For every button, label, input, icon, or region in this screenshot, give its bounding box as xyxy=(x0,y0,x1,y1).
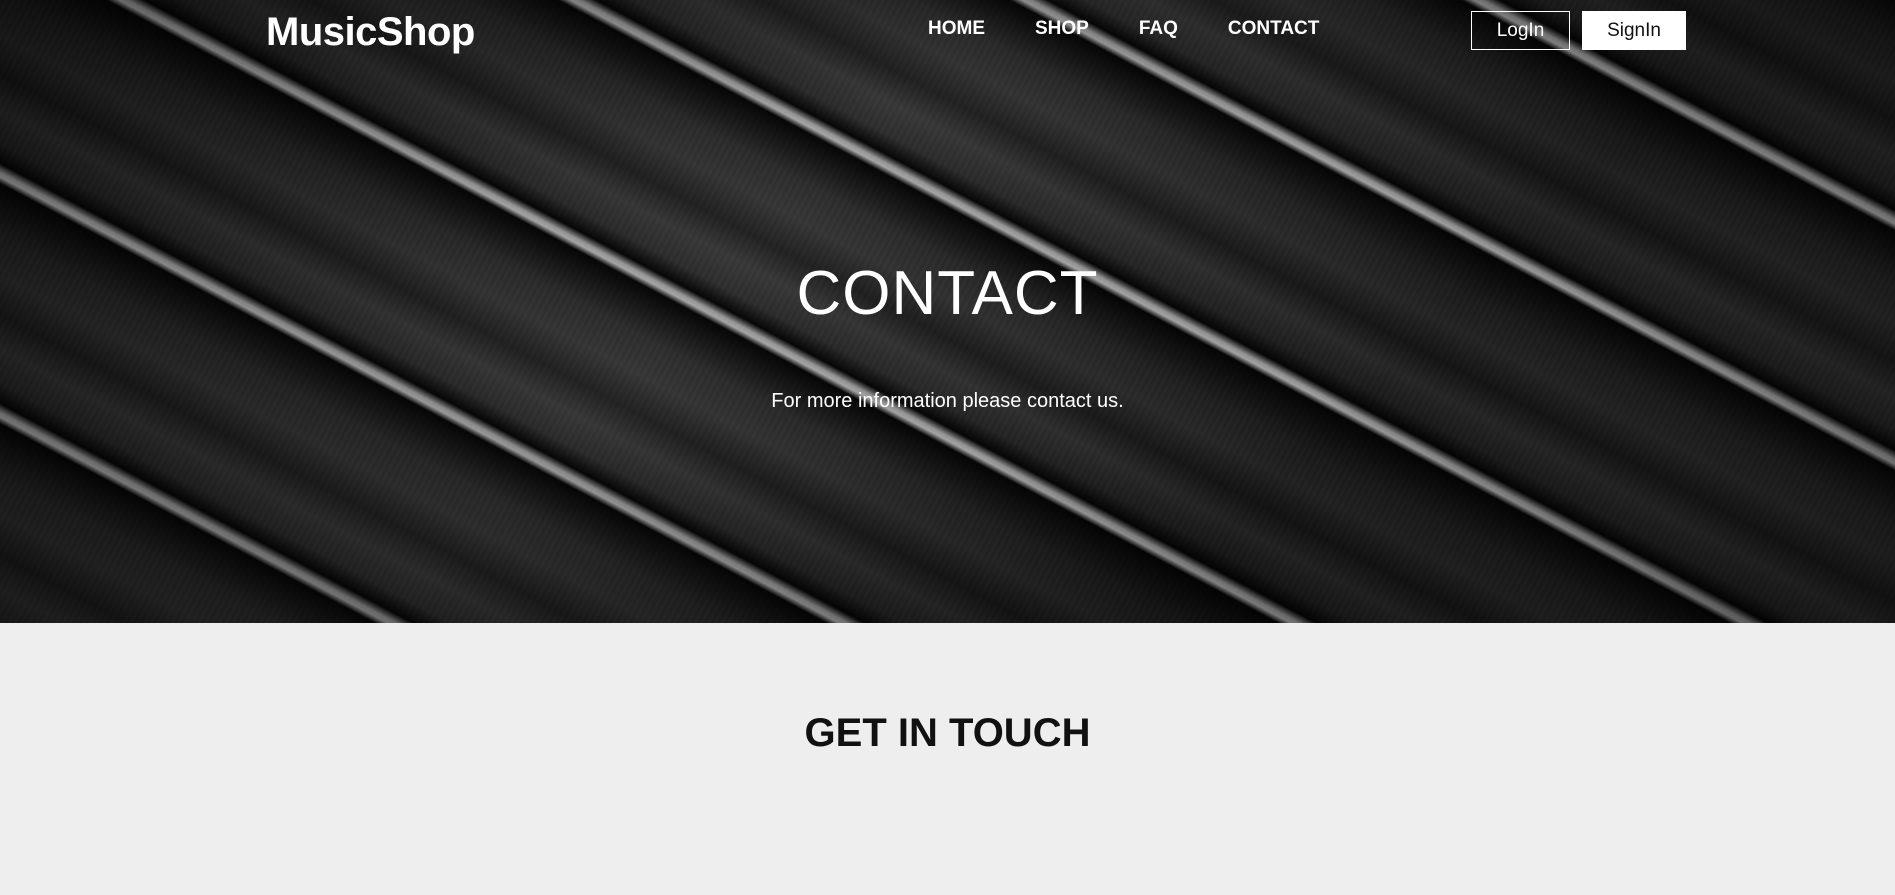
auth-buttons: LogIn SignIn xyxy=(1471,11,1686,50)
nav-link-faq[interactable]: FAQ xyxy=(1139,18,1178,40)
nav-link-contact[interactable]: CONTACT xyxy=(1228,18,1319,40)
login-button[interactable]: LogIn xyxy=(1471,11,1570,50)
page-title: CONTACT xyxy=(796,259,1099,328)
brand-logo[interactable]: MusicShop xyxy=(266,10,475,55)
main-nav: HOME SHOP FAQ CONTACT xyxy=(928,18,1319,40)
hero-subtitle: For more information please contact us. xyxy=(771,390,1124,412)
signin-button[interactable]: SignIn xyxy=(1582,11,1686,50)
nav-link-shop[interactable]: SHOP xyxy=(1035,18,1089,40)
get-in-touch-heading: GET IN TOUCH xyxy=(804,711,1091,755)
hero-banner: MusicShop HOME SHOP FAQ CONTACT LogIn Si… xyxy=(0,0,1895,623)
nav-link-home[interactable]: HOME xyxy=(928,18,985,40)
